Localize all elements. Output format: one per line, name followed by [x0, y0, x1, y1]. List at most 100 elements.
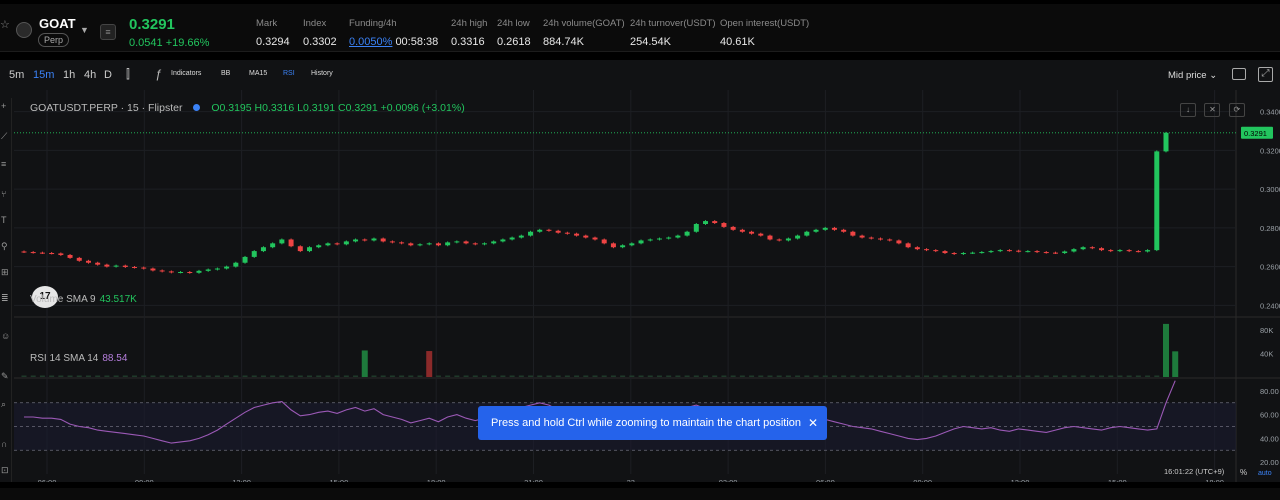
indicator-ma[interactable]: MA15 — [249, 70, 267, 77]
volume-bar — [712, 375, 718, 377]
candle-body — [675, 235, 681, 238]
rsi-tick-label: 20.00 — [1260, 458, 1279, 467]
function-icon[interactable]: ƒ — [155, 67, 162, 81]
candle-body — [463, 241, 469, 244]
candle-body — [380, 238, 386, 242]
indicator-rsi[interactable]: RSI — [283, 70, 295, 77]
candle-body — [896, 240, 902, 244]
volume-bar — [831, 375, 837, 377]
candle-type-icon[interactable]: ⫿ — [126, 67, 130, 82]
fib-icon[interactable]: ≣ — [1, 294, 10, 303]
emoji-icon[interactable]: ☺ — [1, 332, 10, 341]
timeframe-15m[interactable]: 15m — [33, 69, 54, 81]
funding-countdown: 00:58:38 — [395, 36, 439, 48]
candle-body — [178, 272, 184, 274]
candle-body — [417, 244, 423, 246]
candle-body — [95, 262, 101, 265]
candle-body — [841, 229, 847, 232]
volume-bar — [601, 375, 607, 377]
volume-bar — [21, 375, 27, 377]
fullscreen-icon[interactable]: ⤢ — [1258, 67, 1273, 82]
pitchfork-icon[interactable]: ⑂ — [1, 190, 10, 199]
trendline-icon[interactable]: ⟋ — [1, 132, 10, 141]
history-button[interactable]: History — [311, 70, 333, 77]
chevron-down-icon[interactable]: ▼ — [80, 25, 89, 35]
crosshair-icon[interactable]: + — [1, 102, 10, 111]
indicators-button[interactable]: Indicators — [171, 70, 201, 77]
zoom-icon[interactable]: ⌕ — [1, 400, 10, 409]
close-icon[interactable]: ✕ — [808, 406, 818, 440]
volume-bar — [297, 375, 303, 377]
volume-bar — [224, 375, 230, 377]
candle-body — [859, 235, 865, 238]
candle-body — [739, 229, 745, 232]
magnet-icon[interactable]: ∩ — [1, 440, 10, 449]
candle-body — [1089, 247, 1095, 249]
lock-icon[interactable]: ⊡ — [1, 466, 10, 475]
candle-body — [647, 239, 653, 241]
candle-body — [334, 243, 340, 245]
volume-bar — [49, 375, 55, 377]
candle-body — [389, 241, 395, 243]
volume-bar — [1043, 375, 1049, 377]
candle-body — [132, 266, 138, 268]
candle-body — [638, 240, 644, 244]
candle-body — [76, 257, 82, 261]
time-tick-label: 18:00 — [427, 478, 446, 482]
time-tick-label: 06:00 — [816, 478, 835, 482]
collapse-icon[interactable]: ✕ — [1204, 103, 1221, 117]
favorite-star-icon[interactable]: ☆ — [0, 18, 10, 36]
candle-body — [1126, 250, 1132, 252]
measure-icon[interactable]: ⊞ — [1, 268, 10, 277]
candle-body — [472, 243, 478, 245]
candle-body — [684, 231, 690, 236]
percent-scale-toggle: % — [1240, 468, 1247, 477]
funding-rate-link[interactable]: 0.0050% — [349, 36, 392, 48]
document-icon[interactable]: ≡ — [100, 24, 116, 40]
volume-bar — [113, 375, 119, 377]
volume-bar — [122, 375, 128, 377]
stat-index: Index 0.3302 — [303, 18, 337, 48]
candle-body — [288, 239, 294, 247]
volume-bar — [463, 375, 469, 377]
rsi-legend: RSI 14 SMA 14 88.54 — [30, 353, 127, 364]
price-source-select[interactable]: Mid price ⌄ — [1168, 70, 1217, 81]
candle-body — [435, 243, 441, 246]
stat-value: 0.3294 — [256, 36, 290, 48]
volume-bar — [997, 375, 1003, 377]
time-tick-label: 23 — [627, 478, 635, 482]
timeframe-d[interactable]: D — [104, 69, 112, 81]
text-tool-icon[interactable]: T — [1, 216, 10, 225]
volume-bar — [380, 375, 386, 377]
candle-body — [988, 251, 994, 253]
volume-bar — [951, 375, 957, 377]
pattern-icon[interactable]: ⚲ — [1, 242, 10, 251]
timeframe-4h[interactable]: 4h — [84, 69, 96, 81]
indicator-bb[interactable]: BB — [221, 70, 230, 77]
symbol-name[interactable]: GOAT — [39, 16, 76, 31]
rsi-label: RSI 14 SMA 14 — [30, 353, 99, 364]
volume-bar — [233, 375, 239, 377]
volume-bar — [850, 375, 856, 377]
volume-bar — [749, 375, 755, 377]
candle-body — [518, 235, 524, 238]
volume-bar — [150, 375, 156, 377]
candle-body — [122, 265, 128, 267]
timeframe-1h[interactable]: 1h — [63, 69, 75, 81]
candle-body — [1117, 250, 1123, 252]
price-tick-label: 0.2800 — [1260, 224, 1280, 233]
arrow-down-icon[interactable]: ↓ — [1180, 103, 1196, 117]
camera-icon[interactable] — [1232, 68, 1246, 80]
ruler-icon[interactable]: ✎ — [1, 372, 10, 381]
candle-body — [279, 239, 285, 244]
timeframe-5m[interactable]: 5m — [9, 69, 24, 81]
volume-bar — [1062, 375, 1068, 377]
candle-body — [620, 245, 626, 248]
price-tick-label: 0.3200 — [1260, 146, 1280, 155]
candle-body — [353, 239, 359, 242]
candle-body — [104, 264, 110, 267]
refresh-icon[interactable]: ⟳ — [1228, 103, 1245, 117]
candle-body — [196, 270, 202, 273]
horizontal-lines-icon[interactable]: ≡ — [1, 160, 10, 169]
volume-bar — [408, 375, 414, 377]
